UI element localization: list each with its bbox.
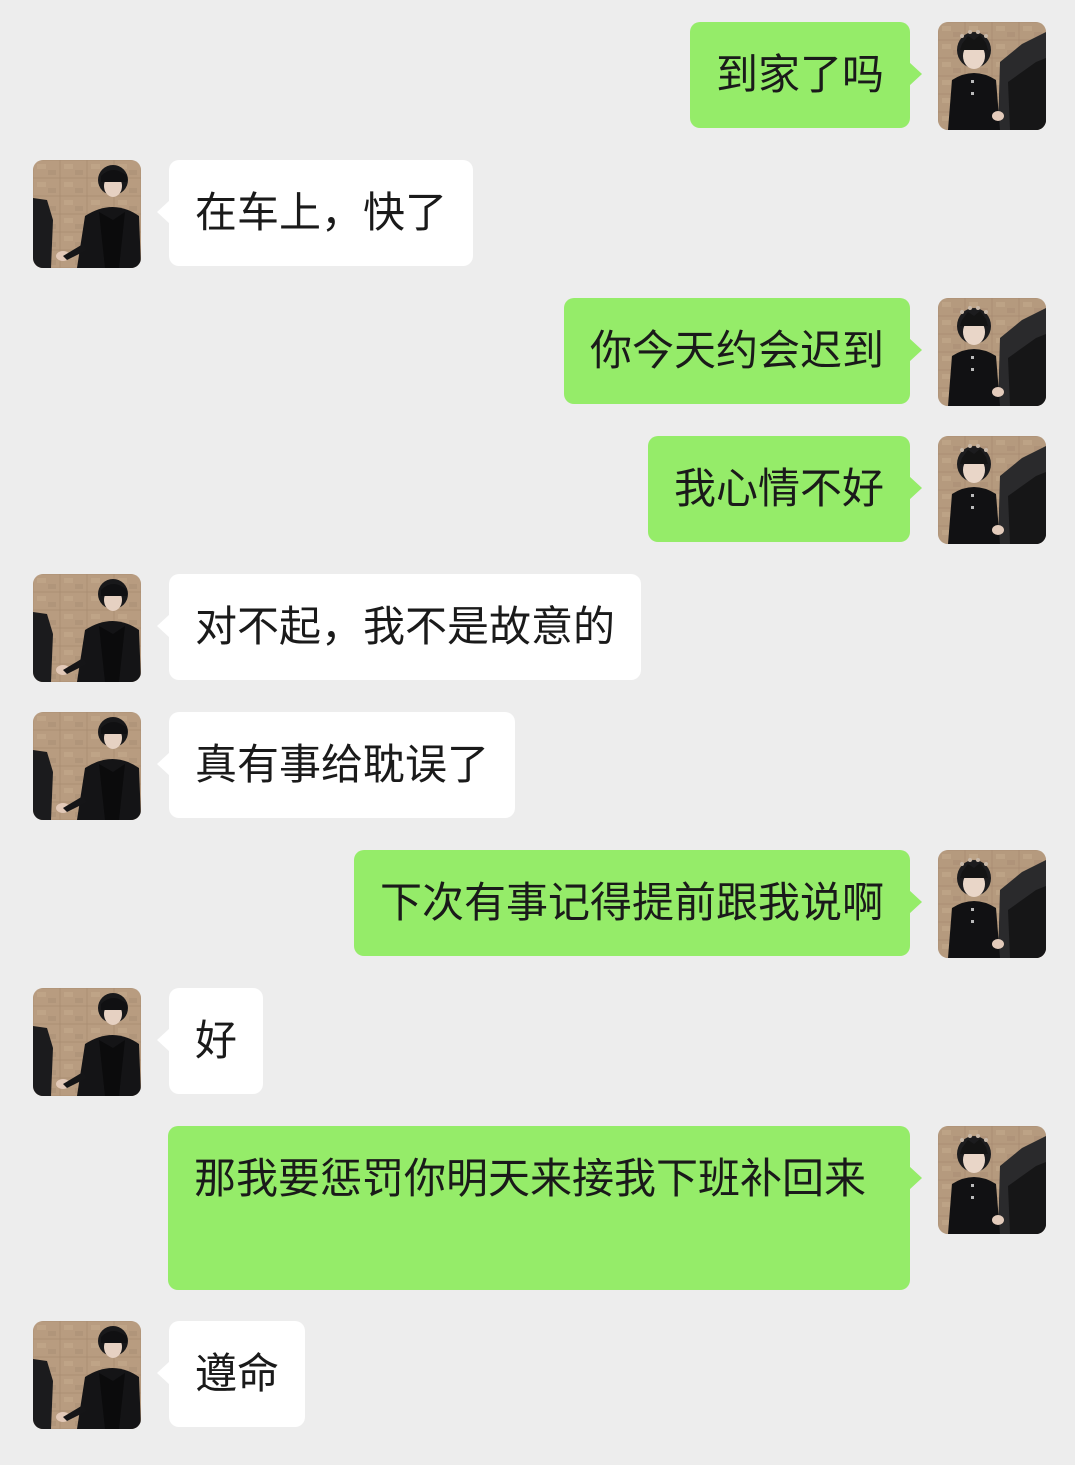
received-message-bubble[interactable]: 对不起，我不是故意的: [157, 574, 642, 680]
message-text: 到家了吗: [715, 50, 884, 99]
sent-message-bubble[interactable]: 下次有事记得提前跟我说啊: [353, 850, 922, 956]
sent-message-bubble[interactable]: 你今天约会迟到: [563, 298, 922, 404]
received-message-bubble[interactable]: 在车上，快了: [157, 160, 474, 266]
boy-avatar[interactable]: [33, 160, 141, 268]
message-text: 下次有事记得提前跟我说啊: [379, 878, 884, 927]
girl-avatar[interactable]: [938, 850, 1046, 958]
girl-avatar[interactable]: [938, 1126, 1046, 1234]
girl-avatar[interactable]: [938, 298, 1046, 406]
message-text: 好: [195, 1016, 238, 1065]
girl-avatar[interactable]: [938, 436, 1046, 544]
boy-avatar[interactable]: [33, 1321, 141, 1429]
message-text: 遵命: [195, 1349, 280, 1398]
sent-message-bubble[interactable]: 那我要惩罚你明天来接我下班补回来: [168, 1126, 922, 1290]
chat-message-list[interactable]: 到家了吗 在车上，快了 你今天约会迟到 我心情不好 对不起，我不是故意的 真有事…: [0, 0, 1075, 1465]
received-message-bubble[interactable]: 真有事给耽误了: [157, 712, 516, 818]
boy-avatar[interactable]: [33, 712, 141, 820]
sent-message-bubble[interactable]: 到家了吗: [689, 22, 922, 128]
message-text: 真有事给耽误了: [195, 740, 490, 789]
boy-avatar[interactable]: [33, 988, 141, 1096]
boy-avatar[interactable]: [33, 574, 141, 682]
message-text: 在车上，快了: [195, 188, 448, 237]
message-text: 我心情不好: [673, 464, 884, 513]
sent-message-bubble[interactable]: 我心情不好: [647, 436, 922, 542]
received-message-bubble[interactable]: 遵命: [157, 1321, 306, 1427]
message-text: 那我要惩罚你明天来接我下班补回来: [194, 1154, 867, 1203]
received-message-bubble[interactable]: 好: [157, 988, 264, 1094]
message-text: 对不起，我不是故意的: [195, 602, 616, 651]
girl-avatar[interactable]: [938, 22, 1046, 130]
message-text: 你今天约会迟到: [589, 326, 884, 375]
